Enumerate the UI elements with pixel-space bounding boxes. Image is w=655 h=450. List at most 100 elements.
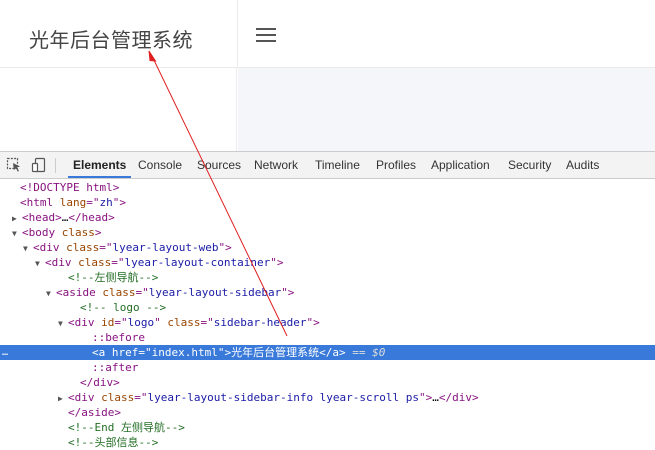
dom-token: class <box>66 241 100 254</box>
dom-node[interactable]: ▶ <head>…</head> <box>0 210 655 225</box>
devtools-panel: Elements Console Sources Network Timelin… <box>0 151 655 449</box>
dom-token: <div <box>68 391 102 404</box>
dom-token: <!DOCTYPE html> <box>20 181 120 194</box>
dom-token: ::before <box>92 331 145 344</box>
dom-node[interactable]: <html lang="zh"> <box>0 195 655 210</box>
dom-token: </div> <box>80 376 120 389</box>
dom-node[interactable]: ▼ <body class> <box>0 225 655 240</box>
dom-token: "> <box>218 241 232 254</box>
dom-token: ::after <box>92 361 139 374</box>
dom-token: "> <box>270 256 284 269</box>
dom-token: <div <box>68 316 102 329</box>
content-area <box>238 68 655 151</box>
dom-token: href <box>111 346 139 359</box>
dom-token: lyear-layout-sidebar <box>148 286 282 299</box>
sidebar-header: 光年后台管理系统 <box>0 0 237 68</box>
dom-token: id <box>101 316 115 329</box>
expand-triangle-icon[interactable]: ▶ <box>58 391 68 406</box>
tab-profiles[interactable]: Profiles <box>371 152 421 178</box>
device-toolbar-icon[interactable] <box>31 157 47 173</box>
dom-node[interactable]: ▼ <aside class="lyear-layout-sidebar"> <box>0 285 655 300</box>
dom-token: =" <box>134 391 148 404</box>
dom-node[interactable]: <!--左侧导航--> <box>0 270 655 285</box>
dom-token: =" <box>114 316 128 329</box>
dom-token: =" <box>200 316 214 329</box>
dom-node[interactable]: <!DOCTYPE html> <box>0 180 655 195</box>
dom-tree[interactable]: <!DOCTYPE html> <html lang="zh"> ▶ <head>…<… <box>0 179 655 449</box>
dom-token: class <box>102 286 136 299</box>
dom-token: lyear-layout-web <box>112 241 219 254</box>
tab-sources[interactable]: Sources <box>192 152 246 178</box>
dom-token: <head> <box>22 211 62 224</box>
expand-triangle-icon[interactable]: ▶ <box>12 211 22 226</box>
dom-node[interactable]: ::before <box>0 330 655 345</box>
dom-token: "> <box>419 391 433 404</box>
tab-timeline[interactable]: Timeline <box>310 152 365 178</box>
dom-node[interactable]: ▼ <div class="lyear-layout-container"> <box>0 255 655 270</box>
dom-token: <div <box>45 256 79 269</box>
site-logo-link[interactable]: 光年后台管理系统 <box>29 24 193 53</box>
dom-token: lang <box>59 196 87 209</box>
dom-node[interactable]: ▼ <div id="logo" class="sidebar-header"> <box>0 315 655 330</box>
dom-node[interactable]: ▶ <div class="lyear-layout-sidebar-info l… <box>0 390 655 405</box>
dom-token: lyear-layout-container <box>124 256 271 269</box>
sidebar <box>0 68 237 151</box>
dom-token: logo <box>127 316 155 329</box>
collapse-triangle-icon[interactable]: ▼ <box>35 256 45 271</box>
tab-security[interactable]: Security <box>503 152 556 178</box>
dom-token: <!--左侧导航--> <box>68 271 159 284</box>
dom-token: </div> <box>438 391 479 404</box>
dom-token: "> <box>306 316 320 329</box>
webpage-preview: 光年后台管理系统 <box>0 0 655 151</box>
dom-token: "> <box>217 346 232 359</box>
top-header <box>237 0 655 68</box>
dom-token: " <box>154 316 168 329</box>
collapse-triangle-icon[interactable]: ▼ <box>46 286 56 301</box>
dom-token: =" <box>135 286 149 299</box>
dom-token: lyear-layout-sidebar-info lyear-scroll p… <box>147 391 420 404</box>
dom-token: <div <box>33 241 67 254</box>
dom-token: <a <box>92 346 112 359</box>
dom-node[interactable]: <!--头部信息--> <box>0 435 655 450</box>
dom-token: =" <box>99 241 113 254</box>
dom-token: class <box>167 316 201 329</box>
dom-node[interactable]: <!-- logo --> <box>0 300 655 315</box>
tab-elements[interactable]: Elements <box>68 152 132 178</box>
dom-token: sidebar-header <box>213 316 307 329</box>
dom-token: "> <box>281 286 295 299</box>
dom-node[interactable]: </aside> <box>0 405 655 420</box>
dom-token: class <box>101 391 135 404</box>
dom-token: "> <box>112 196 126 209</box>
dom-token: =" <box>111 256 125 269</box>
dom-token: =" <box>86 196 100 209</box>
collapse-triangle-icon[interactable]: ▼ <box>12 226 22 241</box>
dom-token: <body <box>22 226 62 239</box>
dom-token: == $0 <box>345 346 386 359</box>
dom-token: <!-- logo --> <box>80 301 167 314</box>
toolbar-divider <box>55 158 56 173</box>
dom-token: class <box>61 226 95 239</box>
dom-token: </head> <box>68 211 115 224</box>
dom-token: <!--End 左侧导航--> <box>68 421 185 434</box>
collapse-triangle-icon[interactable]: ▼ <box>58 316 68 331</box>
dom-node[interactable]: ▼ <div class="lyear-layout-web"> <box>0 240 655 255</box>
dom-token: =" <box>138 346 152 359</box>
dom-token: … <box>432 391 439 404</box>
tab-network[interactable]: Network <box>249 152 303 178</box>
tab-application[interactable]: Application <box>426 152 495 178</box>
tab-audits[interactable]: Audits <box>561 152 604 178</box>
dom-token: zh <box>99 196 113 209</box>
inspect-element-icon[interactable] <box>6 157 22 173</box>
dom-node[interactable]: ::after <box>0 360 655 375</box>
dom-token: class <box>78 256 112 269</box>
dom-node[interactable]: </div> <box>0 375 655 390</box>
dom-token: </a> <box>319 346 346 359</box>
collapse-triangle-icon[interactable]: ▼ <box>23 241 33 256</box>
dom-node[interactable]: <!--End 左侧导航--> <box>0 420 655 435</box>
dom-token: <aside <box>56 286 103 299</box>
more-options-icon[interactable]: … <box>2 345 8 360</box>
dom-token: > <box>94 226 102 239</box>
dom-node-selected[interactable]: <a href="index.html">光年后台管理系统</a> == $0… <box>0 345 655 360</box>
menu-toggle-icon[interactable] <box>256 27 276 43</box>
tab-console[interactable]: Console <box>133 152 187 178</box>
